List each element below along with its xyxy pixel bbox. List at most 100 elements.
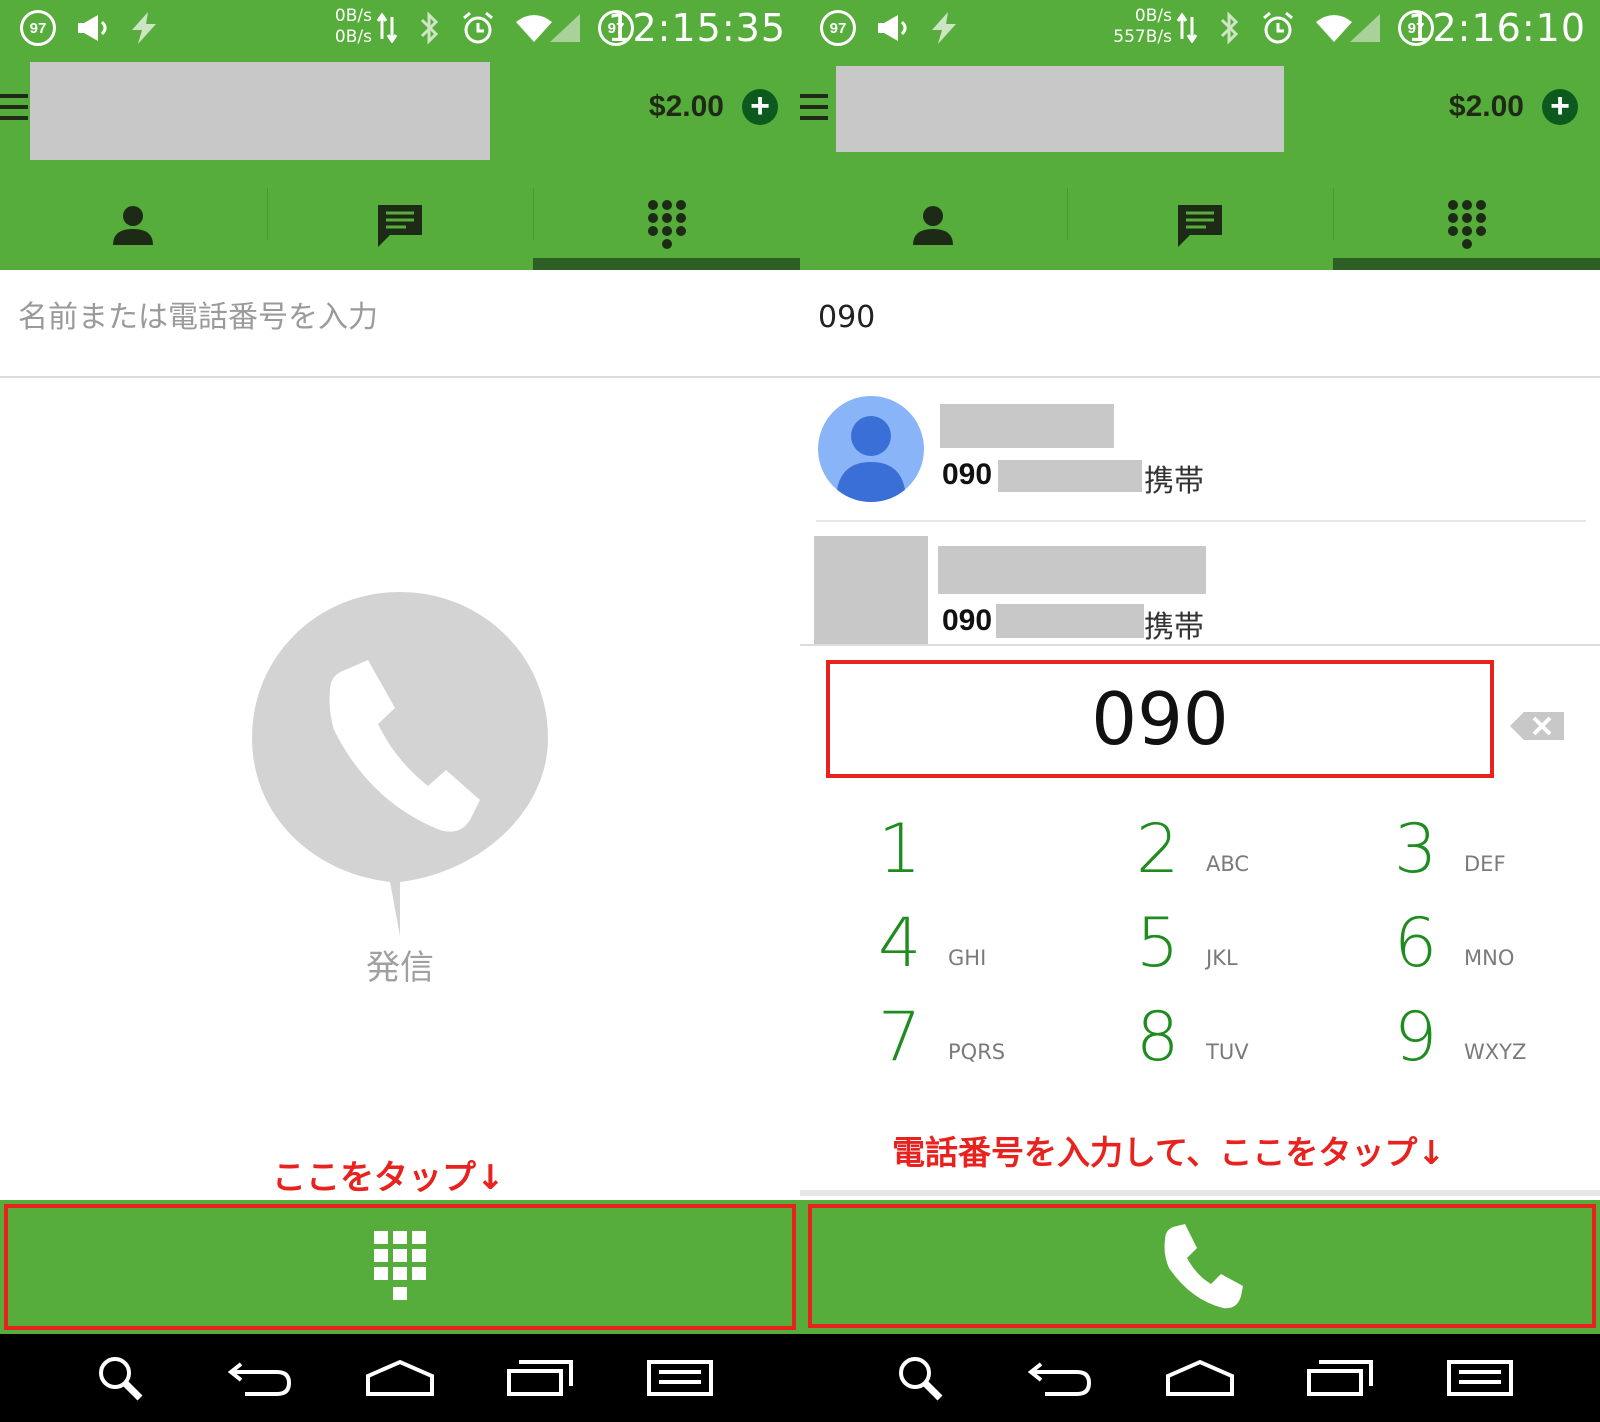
contact-number: 090	[942, 458, 993, 491]
contact-photo-redacted	[814, 536, 928, 644]
contact-name-redacted	[938, 546, 1206, 594]
key-8[interactable]: 8 TUV	[1136, 998, 1376, 1088]
search-icon[interactable]	[880, 1352, 960, 1404]
annotation-enter-number-and-tap: 電話番号を入力して、ここをタップ↓	[892, 1133, 1446, 1172]
key-digit: 1	[878, 810, 922, 889]
tab-messages[interactable]	[266, 180, 534, 270]
recents-icon[interactable]	[1300, 1352, 1380, 1404]
key-letters: WXYZ	[1464, 1040, 1527, 1064]
key-1[interactable]: 1	[878, 810, 1118, 900]
contact-number-type: 携帯	[1144, 610, 1204, 645]
net-down-text: 557B/s	[1113, 27, 1172, 47]
menu-icon[interactable]	[1440, 1352, 1520, 1404]
key-6[interactable]: 6 MNO	[1394, 904, 1600, 994]
home-icon[interactable]	[360, 1352, 440, 1404]
tab-messages[interactable]	[1066, 180, 1334, 270]
default-avatar-icon	[818, 396, 924, 502]
dialpad-icon	[1447, 200, 1486, 249]
call-bubble-icon	[250, 590, 550, 945]
net-down-text: 0B/s	[334, 27, 372, 47]
key-4[interactable]: 4 GHI	[878, 904, 1118, 994]
signal-icon	[548, 10, 582, 46]
person-icon	[113, 206, 154, 245]
highlight-box	[808, 1204, 1596, 1328]
home-icon[interactable]	[1160, 1352, 1240, 1404]
action-bar: $2.00 +	[0, 56, 800, 180]
badge-count: 97	[829, 19, 847, 37]
backspace-icon[interactable]	[1508, 710, 1566, 747]
account-name-redacted	[836, 66, 1284, 152]
search-input[interactable]	[818, 300, 1578, 335]
net-up-text: 0B/s	[1134, 6, 1172, 26]
key-letters: MNO	[1464, 946, 1515, 970]
tab-dialpad[interactable]	[1333, 180, 1600, 270]
key-5[interactable]: 5 JKL	[1136, 904, 1376, 994]
contact-number-redacted	[996, 604, 1144, 638]
highlight-box	[826, 660, 1494, 778]
data-arrows-icon	[376, 10, 398, 46]
tab-bar	[800, 180, 1600, 270]
key-9[interactable]: 9 WXYZ	[1394, 998, 1600, 1088]
megaphone-icon	[874, 10, 914, 46]
balance-amount[interactable]: $2.00	[649, 90, 724, 124]
search-bar	[0, 270, 800, 378]
hamburger-menu-icon[interactable]	[0, 94, 28, 120]
tab-dialpad[interactable]	[533, 180, 800, 270]
clock: 12:16:10	[1407, 6, 1586, 50]
key-digit: 4	[878, 904, 922, 983]
tab-contacts[interactable]	[0, 180, 267, 270]
contact-number-type: 携帯	[1144, 464, 1204, 499]
action-bar: $2.00 +	[800, 56, 1600, 180]
key-7[interactable]: 7 PQRS	[878, 998, 1118, 1088]
key-letters: PQRS	[948, 1040, 1006, 1064]
recents-icon[interactable]	[500, 1352, 580, 1404]
key-letters: GHI	[948, 946, 987, 970]
megaphone-icon	[74, 10, 114, 46]
key-letters: ABC	[1206, 852, 1250, 876]
badge-count: 97	[29, 19, 47, 37]
search-input[interactable]	[18, 300, 778, 335]
key-digit: 9	[1394, 998, 1438, 1077]
key-2[interactable]: 2 ABC	[1136, 810, 1376, 900]
status-bar: 97 0B/s 0B/s 97 12:15:35	[0, 0, 800, 56]
contact-result-item[interactable]: 090 携帯	[800, 528, 1600, 646]
add-credit-icon[interactable]: +	[1542, 89, 1578, 125]
key-digit: 2	[1136, 810, 1180, 889]
balance-amount[interactable]: $2.00	[1449, 90, 1524, 124]
key-digit: 6	[1394, 904, 1438, 983]
system-nav-bar	[0, 1334, 800, 1422]
net-up-text: 0B/s	[334, 6, 372, 26]
alarm-icon	[460, 10, 496, 46]
clock: 12:15:35	[607, 6, 786, 50]
hamburger-menu-icon[interactable]	[800, 94, 828, 120]
person-icon	[913, 206, 954, 245]
chat-icon	[378, 205, 422, 247]
signal-icon	[1348, 10, 1382, 46]
tab-contacts[interactable]	[800, 180, 1067, 270]
screen-dialer-typing: 97 0B/s 557B/s 97 12:16:10 $2.00 + 090 0…	[800, 0, 1600, 1422]
divider	[800, 1190, 1600, 1196]
key-letters: JKL	[1206, 946, 1238, 970]
back-icon[interactable]	[1020, 1352, 1100, 1404]
key-digit: 3	[1394, 810, 1438, 889]
menu-icon[interactable]	[640, 1352, 720, 1404]
key-digit: 5	[1136, 904, 1180, 983]
highlight-box	[4, 1204, 796, 1330]
dialpad-icon	[647, 200, 686, 249]
annotation-tap-here: ここをタップ↓	[272, 1158, 505, 1198]
tab-bar	[0, 180, 800, 270]
search-bar	[800, 270, 1600, 378]
search-icon[interactable]	[80, 1352, 160, 1404]
flash-icon	[126, 10, 162, 46]
key-digit: 7	[878, 998, 922, 1077]
badge-icon: 97	[820, 10, 856, 46]
back-icon[interactable]	[220, 1352, 300, 1404]
system-nav-bar	[800, 1334, 1600, 1422]
screen-dialer-empty: 97 0B/s 0B/s 97 12:15:35 $2.00 + 名前または電話…	[0, 0, 800, 1422]
call-empty-label: 発信	[366, 948, 434, 988]
add-credit-icon[interactable]: +	[742, 89, 778, 125]
bluetooth-icon	[418, 10, 440, 46]
key-3[interactable]: 3 DEF	[1394, 810, 1600, 900]
contact-result-item[interactable]: 090 携帯	[816, 378, 1586, 522]
key-digit: 8	[1136, 998, 1180, 1077]
